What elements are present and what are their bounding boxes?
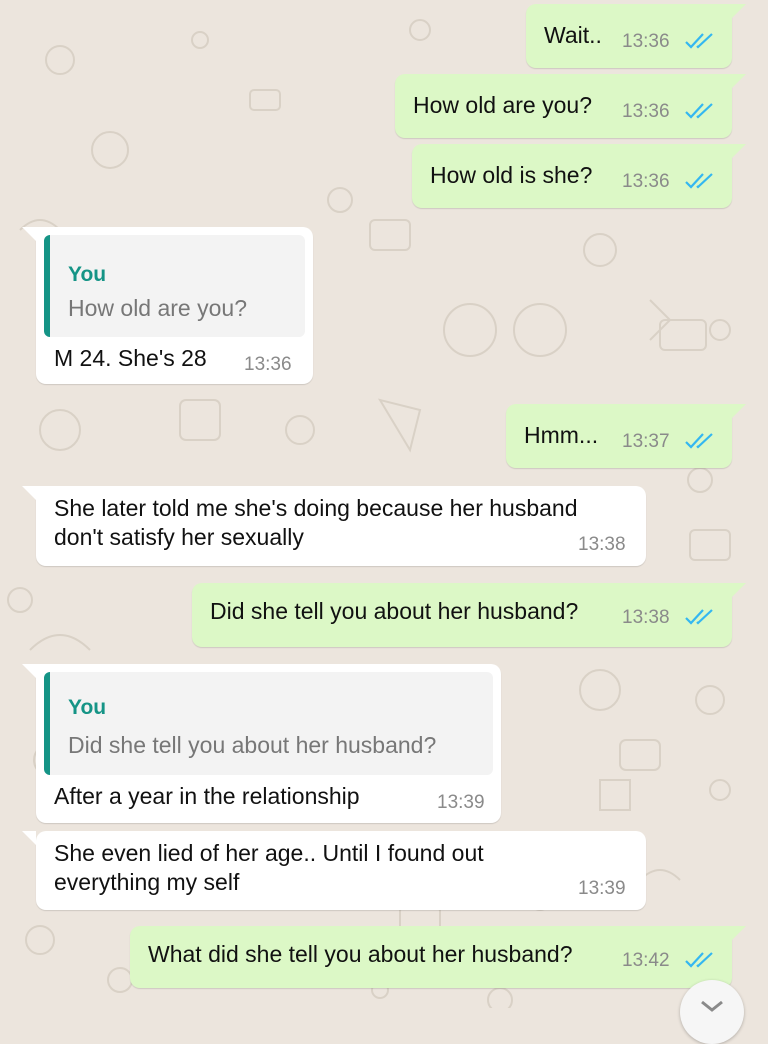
chat-messages[interactable]: Wait.. 13:36 How old are you? 13:36 How …	[0, 0, 768, 1008]
message-text-line: She even lied of her age.. Until I found…	[54, 840, 484, 866]
message-time: 13:36	[622, 101, 670, 122]
message-time: 13:42	[622, 950, 670, 971]
message-text: How old are you?	[413, 92, 592, 118]
message-incoming[interactable]: She later told me she's doing because he…	[22, 486, 646, 566]
message-outgoing[interactable]: Hmm... 13:37	[506, 404, 746, 468]
quote-author: You	[68, 696, 107, 719]
message-time: 13:38	[622, 607, 670, 628]
message-time: 13:39	[437, 792, 485, 813]
message-time: 13:36	[622, 171, 670, 192]
message-text: Hmm...	[524, 422, 599, 448]
message-incoming[interactable]: She even lied of her age.. Until I found…	[22, 831, 646, 910]
message-time: 13:37	[622, 431, 670, 452]
message-incoming[interactable]: You Did she tell you about her husband? …	[22, 664, 501, 823]
message-text-line: don't satisfy her sexually	[54, 524, 304, 550]
message-text: Wait..	[544, 22, 602, 48]
message-text: After a year in the relationship	[54, 783, 360, 809]
read-receipt-icon	[685, 609, 713, 625]
message-time: 13:36	[244, 354, 292, 375]
message-incoming[interactable]: You How old are you? M 24. She's 28 13:3…	[22, 227, 313, 384]
quote-text: Did she tell you about her husband?	[68, 732, 437, 758]
quoted-message[interactable]: You How old are you?	[44, 235, 305, 337]
quoted-message[interactable]: You Did she tell you about her husband?	[44, 672, 493, 775]
message-outgoing[interactable]: Did she tell you about her husband? 13:3…	[192, 583, 746, 647]
message-text: What did she tell you about her husband?	[148, 941, 573, 967]
message-outgoing[interactable]: How old is she? 13:36	[412, 144, 746, 208]
message-outgoing[interactable]: Wait.. 13:36	[526, 4, 746, 68]
read-receipt-icon	[685, 952, 713, 968]
message-text-line: She later told me she's doing because he…	[54, 495, 578, 521]
chevron-down-icon	[701, 1000, 723, 1012]
read-receipt-icon	[685, 433, 713, 449]
message-text: Did she tell you about her husband?	[210, 598, 579, 624]
read-receipt-icon	[685, 173, 713, 189]
message-text: M 24. She's 28	[54, 345, 207, 371]
message-time: 13:36	[622, 31, 670, 52]
read-receipt-icon	[685, 33, 713, 49]
scroll-to-bottom-button[interactable]	[680, 980, 744, 1044]
message-outgoing[interactable]: What did she tell you about her husband?…	[130, 926, 746, 988]
message-outgoing[interactable]: How old are you? 13:36	[395, 74, 746, 138]
read-receipt-icon	[685, 103, 713, 119]
message-time: 13:38	[578, 534, 626, 555]
message-time: 13:39	[578, 878, 626, 899]
message-text: How old is she?	[430, 162, 593, 188]
message-text-line: everything my self	[54, 869, 240, 895]
quote-text: How old are you?	[68, 295, 247, 321]
quote-author: You	[68, 263, 107, 286]
